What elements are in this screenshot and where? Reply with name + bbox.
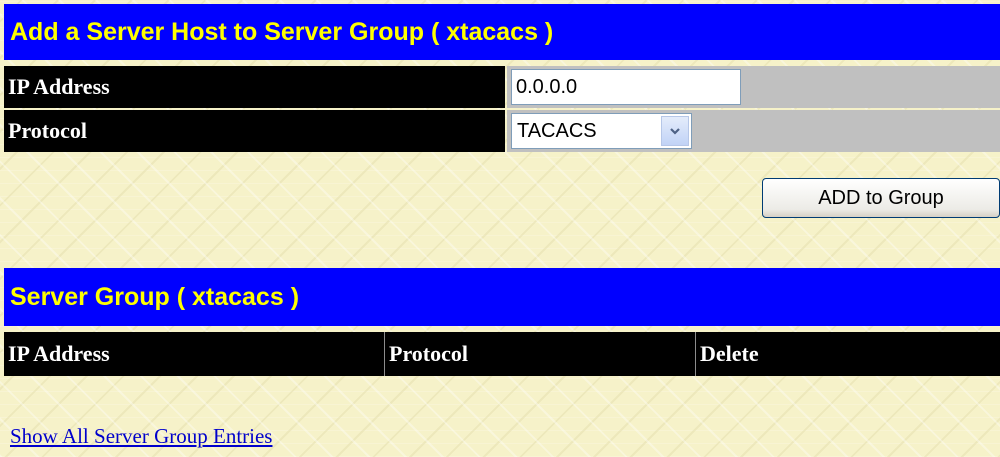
protocol-select[interactable]: TACACS [510, 113, 692, 149]
column-header-protocol: Protocol [385, 332, 696, 376]
column-header-delete-label: Delete [700, 341, 759, 366]
protocol-label-cell: Protocol [4, 110, 505, 152]
ip-address-label-cell: IP Address [4, 66, 505, 108]
column-header-protocol-label: Protocol [389, 341, 469, 366]
protocol-row: Protocol TACACS [4, 110, 1000, 152]
server-group-table-header: IP Address Protocol Delete [4, 332, 1000, 376]
column-header-ip-address: IP Address [4, 332, 385, 376]
ip-address-row: IP Address [4, 66, 1000, 108]
ip-address-value-cell [506, 66, 1000, 108]
column-header-delete: Delete [696, 332, 1000, 376]
add-server-host-title-text: Add a Server Host to Server Group ( xtac… [10, 17, 554, 46]
page-frame: Add a Server Host to Server Group ( xtac… [4, 4, 1000, 457]
server-group-title-text: Server Group ( xtacacs ) [10, 282, 300, 311]
add-server-host-title: Add a Server Host to Server Group ( xtac… [4, 4, 1000, 60]
add-to-group-button[interactable]: ADD to Group [762, 178, 1000, 218]
ip-address-label: IP Address [8, 74, 110, 99]
protocol-label: Protocol [8, 118, 88, 143]
server-group-title: Server Group ( xtacacs ) [4, 268, 1000, 326]
show-all-server-group-entries-link[interactable]: Show All Server Group Entries [10, 424, 272, 449]
ip-address-input[interactable] [510, 69, 741, 105]
chevron-down-icon[interactable] [660, 116, 689, 146]
protocol-value-cell: TACACS [506, 110, 1000, 152]
column-header-ip-address-label: IP Address [8, 341, 110, 366]
protocol-select-value: TACACS [516, 119, 597, 142]
chevron-down-icon-glyph [670, 128, 680, 135]
